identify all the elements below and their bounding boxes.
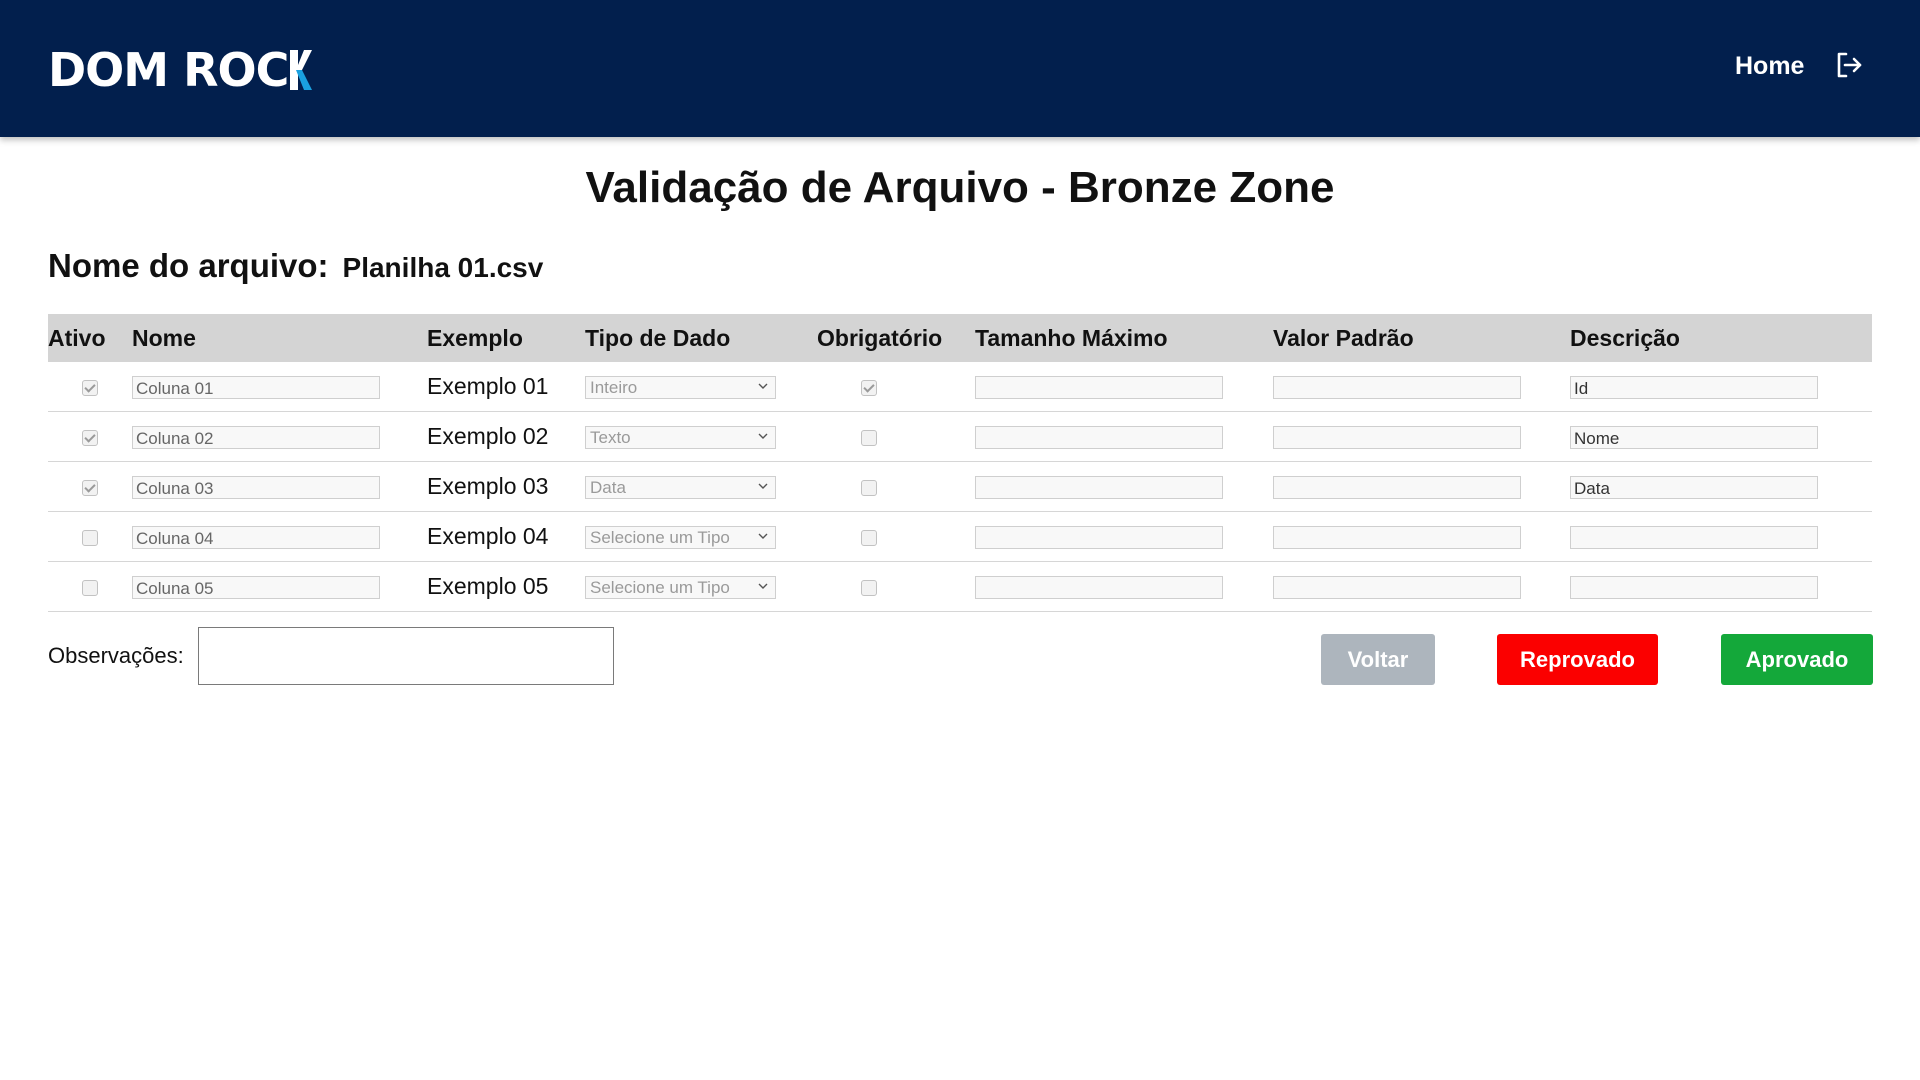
- obrigatorio-checkbox[interactable]: [861, 479, 877, 496]
- chevron-down-icon: [758, 433, 768, 440]
- table-row: Coluna 04 Exemplo 04 Selecione um Tipo: [48, 511, 1872, 562]
- tamanho-maximo-input[interactable]: [975, 476, 1223, 500]
- nome-input[interactable]: Coluna 04: [132, 526, 380, 550]
- logo-text: DOM ROC: [48, 43, 289, 97]
- header-descricao: Descrição: [1570, 314, 1872, 362]
- reprovado-button[interactable]: Reprovado: [1497, 634, 1658, 685]
- file-name-row: Nome do arquivo: Planilha 01.csv: [48, 247, 543, 285]
- descricao-input[interactable]: Nome: [1570, 426, 1818, 450]
- home-link[interactable]: Home: [1735, 52, 1804, 81]
- nome-input[interactable]: Coluna 02: [132, 426, 380, 450]
- ativo-checkbox[interactable]: [82, 429, 98, 446]
- tipo-select[interactable]: Selecione um Tipo: [585, 576, 776, 600]
- header-exemplo: Exemplo: [427, 314, 585, 362]
- ativo-checkbox[interactable]: [82, 379, 98, 396]
- descricao-input[interactable]: [1570, 576, 1818, 600]
- exemplo-value: Exemplo 03: [427, 473, 549, 499]
- header-tamanho-maximo: Tamanho Máximo: [975, 314, 1273, 362]
- header-ativo: Ativo: [48, 314, 132, 362]
- valor-padrao-input[interactable]: [1273, 376, 1521, 400]
- tipo-select-value: Inteiro: [590, 378, 638, 398]
- observacoes-label: Observações:: [48, 643, 184, 668]
- table-row: Coluna 03 Exemplo 03 Data Data: [48, 461, 1872, 512]
- tipo-select-value: Texto: [590, 428, 631, 448]
- table-row: Coluna 05 Exemplo 05 Selecione um Tipo: [48, 561, 1872, 612]
- table-header-row: Ativo Nome Exemplo Tipo de Dado Obrigató…: [48, 314, 1872, 362]
- chevron-down-icon: [758, 383, 768, 390]
- nome-input[interactable]: Coluna 03: [132, 476, 380, 500]
- chevron-down-icon: [758, 483, 768, 490]
- logout-icon[interactable]: [1834, 50, 1864, 80]
- exemplo-value: Exemplo 02: [427, 423, 549, 449]
- header-nome: Nome: [132, 314, 427, 362]
- ativo-checkbox[interactable]: [82, 579, 98, 596]
- aprovado-button[interactable]: Aprovado: [1721, 634, 1873, 685]
- tamanho-maximo-input[interactable]: [975, 426, 1223, 450]
- descricao-input[interactable]: Data: [1570, 476, 1818, 500]
- exemplo-value: Exemplo 05: [427, 573, 549, 599]
- column-validation-table: Ativo Nome Exemplo Tipo de Dado Obrigató…: [48, 314, 1872, 612]
- valor-padrao-input[interactable]: [1273, 426, 1521, 450]
- tipo-select[interactable]: Inteiro: [585, 376, 776, 400]
- descricao-input[interactable]: Id: [1570, 376, 1818, 400]
- table-row: Coluna 02 Exemplo 02 Texto Nome: [48, 411, 1872, 462]
- tipo-select[interactable]: Texto: [585, 426, 776, 450]
- chevron-down-icon: [758, 583, 768, 590]
- valor-padrao-input[interactable]: [1273, 526, 1521, 550]
- valor-padrao-input[interactable]: [1273, 576, 1521, 600]
- obrigatorio-checkbox[interactable]: [861, 379, 877, 396]
- dom-rock-logo[interactable]: DOM ROC: [48, 40, 314, 100]
- nome-input[interactable]: Coluna 05: [132, 576, 380, 600]
- obrigatorio-checkbox[interactable]: [861, 529, 877, 546]
- file-name-value: Planilha 01.csv: [342, 252, 544, 283]
- header-tipo-de-dado: Tipo de Dado: [585, 314, 817, 362]
- tipo-select-value: Data: [590, 478, 626, 498]
- tamanho-maximo-input[interactable]: [975, 576, 1223, 600]
- file-name-label: Nome do arquivo:: [48, 247, 329, 284]
- tamanho-maximo-input[interactable]: [975, 376, 1223, 400]
- nome-input[interactable]: Coluna 01: [132, 376, 380, 400]
- tipo-select[interactable]: Data: [585, 476, 776, 500]
- top-navbar: DOM ROC Home: [0, 0, 1920, 137]
- header-valor-padrao: Valor Padrão: [1273, 314, 1570, 362]
- valor-padrao-input[interactable]: [1273, 476, 1521, 500]
- header-obrigatorio: Obrigatório: [817, 314, 975, 362]
- voltar-button[interactable]: Voltar: [1321, 634, 1435, 685]
- obrigatorio-checkbox[interactable]: [861, 579, 877, 596]
- descricao-input[interactable]: [1570, 526, 1818, 550]
- table-row: Coluna 01 Exemplo 01 Inteiro Id: [48, 362, 1872, 412]
- tipo-select-value: Selecione um Tipo: [590, 578, 730, 598]
- tipo-select[interactable]: Selecione um Tipo: [585, 526, 776, 550]
- exemplo-value: Exemplo 04: [427, 523, 549, 549]
- chevron-down-icon: [758, 533, 768, 540]
- obrigatorio-checkbox[interactable]: [861, 429, 877, 446]
- tipo-select-value: Selecione um Tipo: [590, 528, 730, 548]
- observacoes-input[interactable]: [198, 627, 614, 685]
- ativo-checkbox[interactable]: [82, 479, 98, 496]
- ativo-checkbox[interactable]: [82, 529, 98, 546]
- exemplo-value: Exemplo 01: [427, 373, 549, 399]
- logo-k-mark: [290, 50, 313, 90]
- tamanho-maximo-input[interactable]: [975, 526, 1223, 550]
- page-title: Validação de Arquivo - Bronze Zone: [585, 163, 1335, 212]
